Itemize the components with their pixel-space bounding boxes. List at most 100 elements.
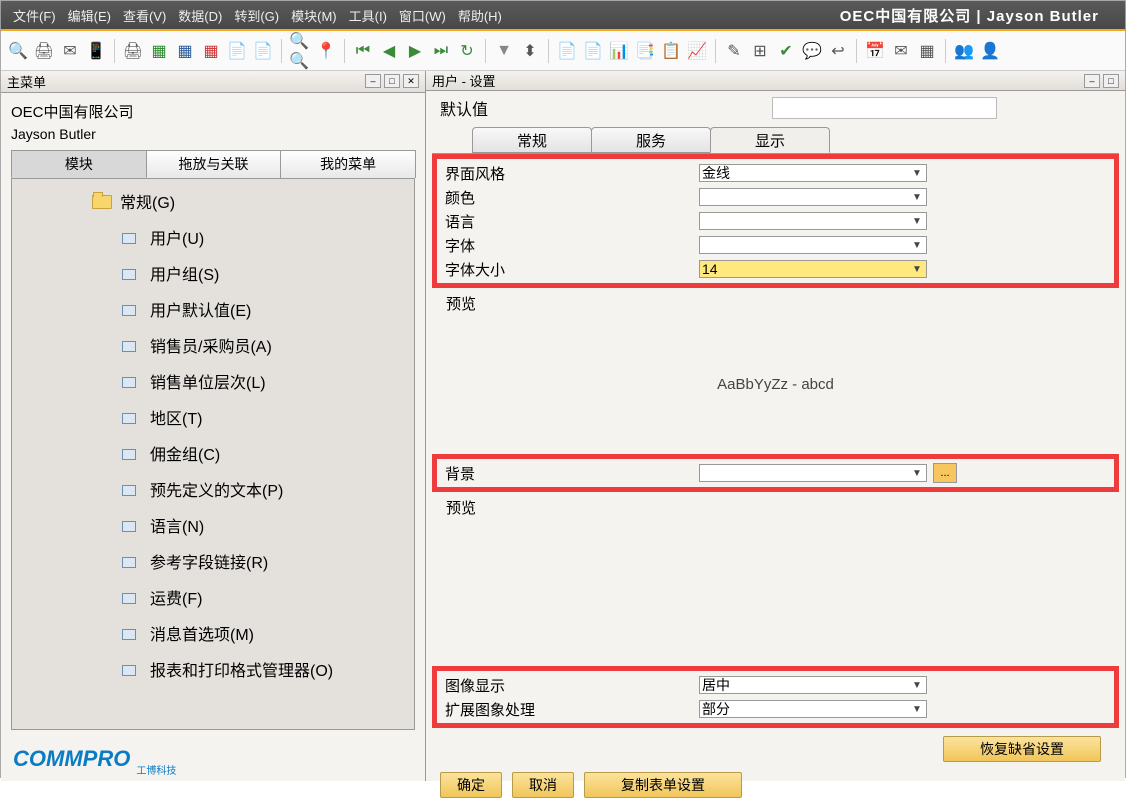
menu-goto[interactable]: 转到(G) [228, 6, 285, 25]
tree-item[interactable]: 报表和打印格式管理器(O) [12, 651, 414, 687]
font-preview: AaBbYyZz - abcd [432, 314, 1119, 454]
filter-icon[interactable]: ▼ [493, 40, 515, 62]
lock-icon[interactable]: 📄 [226, 40, 248, 62]
tree-item[interactable]: 预先定义的文本(P) [12, 471, 414, 507]
lock2-icon[interactable]: 📄 [252, 40, 274, 62]
document-icon [122, 375, 140, 387]
default-row: 默认值 [432, 91, 1119, 125]
pin-icon[interactable]: 📍 [315, 40, 337, 62]
default-label: 默认值 [432, 96, 772, 120]
tree-item-label: 预先定义的文本(P) [150, 477, 283, 501]
calendar-icon[interactable]: 📅 [864, 40, 886, 62]
find-icon[interactable]: 🔍🔍 [289, 40, 311, 62]
doc1-icon[interactable]: 📄 [556, 40, 578, 62]
chat-icon[interactable]: 💬 [801, 40, 823, 62]
r-minimize-icon[interactable]: – [1084, 74, 1100, 88]
form-select[interactable]: ▼ [699, 212, 927, 230]
tab-modules[interactable]: 模块 [11, 150, 147, 178]
tab-display[interactable]: 显示 [710, 127, 830, 153]
dropdown-arrow-icon: ▼ [910, 190, 924, 204]
next-icon[interactable]: ▶ [404, 40, 426, 62]
reply-icon[interactable]: ↩ [827, 40, 849, 62]
user-icon[interactable]: 👤 [979, 40, 1001, 62]
tab-general[interactable]: 常规 [472, 127, 592, 153]
restore-defaults-button[interactable]: 恢复缺省设置 [943, 736, 1101, 762]
form-select[interactable]: 14▼ [699, 260, 927, 278]
ok-button[interactable]: 确定 [440, 772, 502, 798]
doc5-icon[interactable]: 📋 [660, 40, 682, 62]
menu-modules[interactable]: 模块(M) [285, 6, 343, 25]
nav-tree[interactable]: 常规(G)用户(U)用户组(S)用户默认值(E)销售员/采购员(A)销售单位层次… [12, 179, 414, 729]
close-icon[interactable]: ✕ [403, 74, 419, 88]
form-select[interactable]: 金线▼ [699, 164, 927, 182]
preview-label-1: 预览 [432, 292, 1119, 314]
tree-item[interactable]: 用户组(S) [12, 255, 414, 291]
left-tabs: 模块 拖放与关联 我的菜单 [11, 150, 415, 178]
export-excel-icon[interactable]: ▦ [148, 40, 170, 62]
menu-data[interactable]: 数据(D) [172, 6, 228, 25]
background-select[interactable]: ▼ [699, 464, 927, 482]
tree-item[interactable]: 消息首选项(M) [12, 615, 414, 651]
print2-icon[interactable]: 🖨 [122, 40, 144, 62]
export-word-icon[interactable]: ▦ [174, 40, 196, 62]
sms-icon[interactable]: 📱 [85, 40, 107, 62]
cancel-button[interactable]: 取消 [512, 772, 574, 798]
prev-icon[interactable]: ◀ [378, 40, 400, 62]
tree-item-label: 消息首选项(M) [150, 621, 254, 645]
form-select[interactable]: ▼ [699, 236, 927, 254]
print-icon[interactable]: 🖨 [33, 40, 55, 62]
minimize-icon[interactable]: – [365, 74, 381, 88]
tree-item[interactable]: 参考字段链接(R) [12, 543, 414, 579]
tree-item[interactable]: 语言(N) [12, 507, 414, 543]
mail-icon[interactable]: ✉ [59, 40, 81, 62]
tab-service[interactable]: 服务 [591, 127, 711, 153]
document-icon [122, 339, 140, 351]
first-icon[interactable]: ⏮ [352, 40, 374, 62]
doc2-icon[interactable]: 📄 [582, 40, 604, 62]
search-icon[interactable]: 🔍 [7, 40, 29, 62]
form-select[interactable]: ▼ [699, 188, 927, 206]
mail2-icon[interactable]: ✉ [890, 40, 912, 62]
highlight-box-3: 图像显示 居中▼扩展图象处理 部分▼ [432, 666, 1119, 728]
doc4-icon[interactable]: 📑 [634, 40, 656, 62]
sort-icon[interactable]: ⬍ [519, 40, 541, 62]
tree-item[interactable]: 常规(G) [12, 183, 414, 219]
export-pdf-icon[interactable]: ▦ [200, 40, 222, 62]
menu-bar: 文件(F) 编辑(E) 查看(V) 数据(D) 转到(G) 模块(M) 工具(I… [1, 1, 1125, 29]
document-icon [122, 447, 140, 459]
tree-item[interactable]: 运费(F) [12, 579, 414, 615]
layout-icon[interactable]: ⊞ [749, 40, 771, 62]
refresh-icon[interactable]: ↻ [456, 40, 478, 62]
tree-item[interactable]: 销售员/采购员(A) [12, 327, 414, 363]
logo-sub: 工博科技 [136, 762, 176, 777]
tree-item[interactable]: 用户(U) [12, 219, 414, 255]
tree-item[interactable]: 销售单位层次(L) [12, 363, 414, 399]
tree-item[interactable]: 佣金组(C) [12, 435, 414, 471]
tree-item[interactable]: 用户默认值(E) [12, 291, 414, 327]
default-input[interactable] [772, 97, 997, 119]
check-icon[interactable]: ✔ [775, 40, 797, 62]
users-icon[interactable]: 👥 [953, 40, 975, 62]
menu-tools[interactable]: 工具(I) [343, 6, 393, 25]
menu-window[interactable]: 窗口(W) [393, 6, 452, 25]
tree-item[interactable]: 地区(T) [12, 399, 414, 435]
background-label: 背景 [441, 463, 699, 484]
grid-icon[interactable]: ▦ [916, 40, 938, 62]
menu-edit[interactable]: 编辑(E) [62, 6, 117, 25]
copy-form-settings-button[interactable]: 复制表单设置 [584, 772, 742, 798]
tab-dragdrop[interactable]: 拖放与关联 [146, 150, 282, 178]
document-icon [122, 555, 140, 567]
doc6-icon[interactable]: 📈 [686, 40, 708, 62]
r-maximize-icon[interactable]: □ [1103, 74, 1119, 88]
maximize-icon[interactable]: □ [384, 74, 400, 88]
tab-mymenu[interactable]: 我的菜单 [280, 150, 416, 178]
doc3-icon[interactable]: 📊 [608, 40, 630, 62]
edit-icon[interactable]: ✎ [723, 40, 745, 62]
browse-button[interactable]: ... [933, 463, 957, 483]
menu-help[interactable]: 帮助(H) [452, 6, 508, 25]
menu-view[interactable]: 查看(V) [117, 6, 172, 25]
form-select[interactable]: 居中▼ [699, 676, 927, 694]
last-icon[interactable]: ⏭ [430, 40, 452, 62]
form-select[interactable]: 部分▼ [699, 700, 927, 718]
menu-file[interactable]: 文件(F) [7, 6, 62, 25]
